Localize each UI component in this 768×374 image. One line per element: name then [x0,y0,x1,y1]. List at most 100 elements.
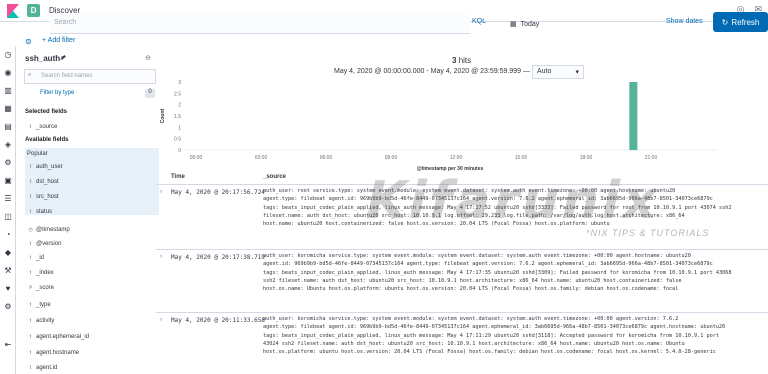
field-sidebar: ssh_auth-* ▾ ⊖ Search field names ⌕ Filt… [17,50,159,374]
x-tick-label: 00:00 [190,155,203,161]
canvas-icon[interactable]: ▤ [0,118,16,136]
y-tick-label: 0 [178,148,181,154]
management-icon[interactable]: ⚙ [0,298,16,316]
field-type-icon: t [29,123,32,130]
x-tick-label: 03:00 [255,155,268,161]
field-item[interactable]: t _type [25,298,159,311]
search-input[interactable]: Search [50,14,470,34]
field-item[interactable]: t _index [25,266,159,279]
table-row[interactable]: › May 4, 2020 @ 20:11:33.658 auth_user: … [156,312,768,374]
y-tick-label: 2 [178,103,181,109]
field-name: _type [36,301,51,308]
field-item-status[interactable]: t status [25,205,159,218]
field-item[interactable]: t @version [25,237,159,250]
source-line: tags: beats_input_codec_plain_applied, l… [263,269,732,276]
siem-icon[interactable]: ◆ [0,244,16,262]
watermark-tagline: *NIX TIPS & TUTORIALS [586,228,710,238]
uptime-icon[interactable]: ◔ [0,226,16,244]
watermark-logo: Kifarunix [359,171,667,231]
x-tick-label: 18:00 [580,155,593,161]
y-tick-label: 1.5 [174,114,181,120]
table-row[interactable]: › May 4, 2020 @ 20:17:38.719 auth_user: … [156,249,768,309]
main-panel: 3 hits May 4, 2020 @ 00:00:00.000 - May … [156,50,768,374]
field-type-icon: t [29,333,32,340]
expand-row-icon[interactable]: › [160,317,162,323]
field-item-dst-host[interactable]: t dst_host [25,175,159,188]
field-type-icon: t [29,364,32,371]
row-source: auth_user: koromicha service.type: syste… [263,315,763,356]
logs-icon[interactable]: ☰ [0,190,16,208]
calendar-icon: ▦ [510,21,517,28]
field-name: @timestamp [36,226,70,233]
source-line: tags: beats_input_codec_plain_applied, l… [263,332,719,339]
visualize-icon[interactable]: ▥ [0,82,16,100]
field-item[interactable]: ◷ @timestamp [25,223,159,236]
field-item-source[interactable]: t _source [25,120,159,133]
field-item[interactable]: t activity [25,314,159,327]
show-dates-link[interactable]: Show dates [666,18,703,25]
monitoring-icon[interactable]: ♥ [0,280,16,298]
y-tick-label: 1 [178,125,181,131]
field-item-auth-user[interactable]: t auth_user [25,160,159,173]
maps-icon[interactable]: ◈ [0,136,16,154]
refresh-button[interactable]: ↻ Refresh [713,12,768,32]
field-type-icon: t [29,349,32,356]
x-tick-label: 09:00 [385,155,398,161]
collapse-sidebar-icon[interactable]: ⊖ [145,54,151,62]
filter-by-type-button[interactable]: Filter by type [24,87,156,100]
field-item-src-host[interactable]: t src_host [25,190,159,203]
field-name: agent.hostname [36,349,80,356]
available-fields-title: Available fields [25,137,69,143]
field-type-icon: t [29,301,32,308]
field-item[interactable]: t agent.hostname [25,346,159,359]
source-line: 43024 ssh2 fileset.name: auth dst_host: … [263,340,685,347]
metrics-icon[interactable]: ▣ [0,172,16,190]
field-item[interactable]: # _score [25,281,159,294]
add-filter-button[interactable]: + Add filter [42,37,75,44]
y-axis-label: Count [160,108,166,123]
interval-value: Auto [537,68,552,75]
selected-fields-title: Selected fields [25,109,68,115]
field-name: _id [36,254,45,261]
field-type-icon: ◷ [28,226,33,233]
devtools-icon[interactable]: ⚒ [0,262,16,280]
apm-icon[interactable]: ◫ [0,208,16,226]
x-tick-label: 21:00 [645,155,658,161]
row-source: auth_user: koromicha service.type: syste… [263,252,763,293]
field-name: dst_host [36,178,59,185]
refresh-icon: ↻ [721,17,729,27]
app-badge: D [27,4,40,17]
expand-row-icon[interactable]: › [160,254,162,260]
field-type-icon: t [29,317,32,324]
chevron-down-icon[interactable]: ▾ [61,54,65,62]
expand-row-icon[interactable]: › [160,189,162,195]
index-pattern-selector[interactable]: ssh_auth-* [25,54,66,63]
x-tick-label: 12:00 [450,155,463,161]
field-item[interactable]: t agent.id [25,361,159,374]
filter-icon[interactable]: ⊜ [25,37,32,46]
field-name: _source [36,123,58,130]
field-type-icon: t [29,240,32,247]
field-name: agent.id [36,364,58,371]
field-type-icon: t [29,269,32,276]
source-column-header[interactable]: _source [263,174,286,180]
time-column-header[interactable]: Time [171,174,185,180]
field-item[interactable]: t agent.ephemeral_id [25,330,159,343]
field-item[interactable]: t _id [25,251,159,264]
discover-icon[interactable]: ◉ [0,64,16,82]
source-line: host.os.name: Ubuntu host.os.platform: u… [263,286,679,293]
dashboard-icon[interactable]: ▦ [0,100,16,118]
field-search-input[interactable]: Search field names [24,69,156,84]
y-tick-label: 0.5 [174,137,181,143]
interval-select[interactable]: Auto ▾ [532,65,584,79]
field-type-icon: t [29,178,32,185]
recent-icon[interactable]: ◷ [0,46,16,64]
ml-icon[interactable]: ⚙ [0,154,16,172]
kql-toggle[interactable]: KQL [472,18,486,25]
kibana-logo-icon[interactable] [5,3,21,19]
date-picker[interactable]: ▦ Today [510,16,660,32]
dock-icon[interactable]: ⇤ [0,336,16,354]
source-line: host.os.platform: ubuntu host.os.version… [263,349,716,356]
histogram-bar [629,82,638,150]
field-name: agent.ephemeral_id [36,333,90,340]
